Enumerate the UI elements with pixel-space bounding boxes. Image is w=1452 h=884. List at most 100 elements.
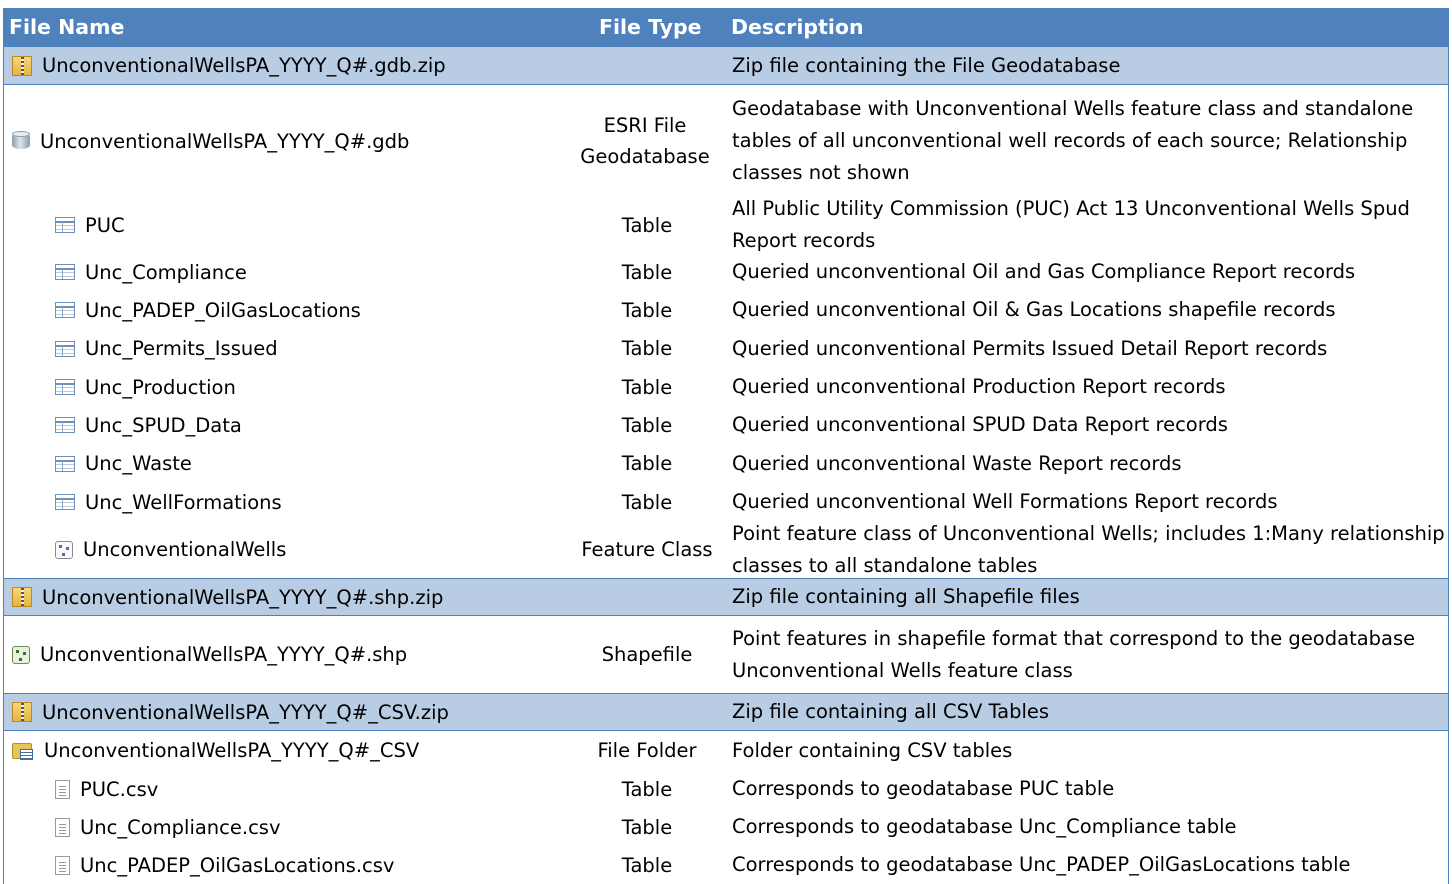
table-icon bbox=[55, 302, 75, 318]
file-name: Unc_Compliance.csv bbox=[80, 815, 281, 839]
file-type-cell bbox=[570, 579, 724, 615]
description-cell: Geodatabase with Unconventional Wells fe… bbox=[732, 97, 1414, 184]
table-row: Unc_Waste Table Queried unconventional Was… bbox=[3, 444, 1449, 483]
table-row: UnconventionalWellsPA_YYYY_Q#.gdb ESRI Fi… bbox=[3, 85, 1449, 197]
table-row: PUC Table All Public Utility Commission (P… bbox=[3, 197, 1449, 253]
header-description: Description bbox=[731, 15, 864, 39]
file-name: PUC.csv bbox=[80, 777, 159, 801]
file-name-cell: Unc_Permits_Issued bbox=[55, 329, 278, 368]
file-name-cell: UnconventionalWells bbox=[55, 521, 286, 578]
file-name: PUC bbox=[85, 213, 125, 237]
table-icon bbox=[55, 455, 75, 472]
file-name-cell: Unc_WellFormations bbox=[55, 483, 282, 521]
table-header: File Name File Type Description bbox=[3, 8, 1449, 46]
file-name: UnconventionalWellsPA_YYYY_Q#.gdb bbox=[40, 129, 410, 153]
file-type-cell: Table bbox=[621, 260, 673, 284]
table-row: UnconventionalWellsPA_YYYY_Q#_CSV File Fo… bbox=[3, 731, 1449, 770]
table-row: UnconventionalWellsPA_YYYY_Q#.shp.zip Zip… bbox=[3, 578, 1449, 616]
table-icon bbox=[55, 494, 75, 510]
description-cell: Point features in shapefile format that … bbox=[732, 626, 1416, 682]
description-cell: Corresponds to geodatabase Unc_Complianc… bbox=[732, 815, 1237, 838]
table-row: Unc_Production Table Queried unconventiona… bbox=[3, 368, 1449, 406]
zip-icon bbox=[12, 587, 32, 607]
description-cell: Zip file containing the File Geodatabase bbox=[732, 53, 1121, 77]
table-row: Unc_Compliance.csv Table Corresponds to ge… bbox=[3, 808, 1449, 846]
file-name: UnconventionalWells bbox=[83, 538, 287, 561]
table-icon bbox=[55, 340, 75, 357]
file-name-cell: UnconventionalWellsPA_YYYY_Q#_CSV.zip bbox=[12, 694, 449, 730]
file-name: Unc_PADEP_OilGasLocations.csv bbox=[80, 853, 395, 877]
file-type-cell: ESRI File Geodatabase bbox=[580, 114, 710, 168]
table-row: Unc_Permits_Issued Table Queried unconvent… bbox=[3, 329, 1449, 368]
file-type-cell bbox=[570, 694, 724, 730]
description-cell: Corresponds to geodatabase Unc_PADEP_Oil… bbox=[732, 853, 1351, 876]
description-cell: Queried unconventional Waste Report reco… bbox=[732, 451, 1182, 475]
table-row: UnconventionalWellsPA_YYYY_Q#.gdb.zip Zip… bbox=[3, 46, 1449, 85]
description-cell: Queried unconventional SPUD Data Report … bbox=[732, 413, 1228, 436]
file-name: Unc_Waste bbox=[85, 452, 192, 475]
description-cell: Queried unconventional Production Report… bbox=[732, 375, 1226, 398]
description-cell: Queried unconventional Well Formations R… bbox=[732, 490, 1278, 513]
file-type-cell: Table bbox=[621, 777, 673, 801]
table-row: Unc_PADEP_OilGasLocations Table Queried un… bbox=[3, 291, 1449, 329]
file-name-cell: Unc_Compliance bbox=[55, 253, 247, 291]
description-cell: All Public Utility Commission (PUC) Act … bbox=[732, 197, 1410, 252]
file-type-cell: Table bbox=[621, 298, 673, 322]
file-name-cell: PUC.csv bbox=[55, 770, 158, 808]
file-type-cell: Table bbox=[621, 337, 673, 360]
table-row: PUC.csv Table Corresponds to geodatabase P… bbox=[3, 770, 1449, 808]
file-type-cell: Table bbox=[621, 490, 673, 514]
file-name: Unc_Permits_Issued bbox=[85, 337, 278, 360]
folder-table-icon bbox=[12, 741, 34, 761]
file-name: UnconventionalWellsPA_YYYY_Q#_CSV bbox=[44, 739, 420, 762]
table-row: UnconventionalWellsPA_YYYY_Q#_CSV.zip Zip… bbox=[3, 693, 1449, 731]
point-feature-class-icon bbox=[55, 540, 73, 559]
file-name-cell: UnconventionalWellsPA_YYYY_Q#.shp bbox=[12, 616, 407, 693]
table-row: Unc_Compliance Table Queried unconventiona… bbox=[3, 253, 1449, 291]
file-type-cell: Table bbox=[621, 853, 673, 877]
header-file-type: File Type bbox=[599, 15, 702, 39]
file-name-cell: Unc_PADEP_OilGasLocations bbox=[55, 291, 361, 329]
file-type-cell: Shapefile bbox=[601, 643, 693, 666]
file-name: Unc_PADEP_OilGasLocations bbox=[85, 298, 361, 322]
file-name: Unc_Compliance bbox=[85, 260, 247, 284]
file-name-cell: Unc_Waste bbox=[55, 444, 192, 483]
table-icon bbox=[55, 264, 75, 280]
file-type-cell: Table bbox=[621, 413, 673, 437]
file-name-cell: UnconventionalWellsPA_YYYY_Q#_CSV bbox=[12, 731, 419, 770]
file-name: UnconventionalWellsPA_YYYY_Q#.gdb.zip bbox=[42, 54, 446, 77]
description-cell: Queried unconventional Permits Issued De… bbox=[732, 336, 1328, 360]
file-type-cell: Table bbox=[621, 213, 673, 237]
table-icon bbox=[55, 417, 75, 433]
table-row: Unc_SPUD_Data Table Queried unconventional… bbox=[3, 406, 1449, 444]
file-name-cell: Unc_SPUD_Data bbox=[55, 406, 242, 444]
file-name: Unc_Production bbox=[85, 375, 236, 399]
table-row: Unc_PADEP_OilGasLocations.csv Table Corres… bbox=[3, 846, 1449, 884]
file-name: UnconventionalWellsPA_YYYY_Q#.shp bbox=[40, 643, 408, 666]
file-name-cell: UnconventionalWellsPA_YYYY_Q#.gdb bbox=[12, 85, 409, 197]
file-name-cell: UnconventionalWellsPA_YYYY_Q#.gdb.zip bbox=[12, 47, 446, 84]
description-cell: Zip file containing all Shapefile files bbox=[732, 585, 1080, 608]
file-name-cell: UnconventionalWellsPA_YYYY_Q#.shp.zip bbox=[12, 579, 443, 615]
description-cell: Folder containing CSV tables bbox=[732, 738, 1013, 762]
file-type-cell: Table bbox=[621, 452, 673, 475]
table-row: UnconventionalWellsPA_YYYY_Q#.shp Shapefi… bbox=[3, 616, 1449, 693]
file-type-cell: Table bbox=[621, 815, 673, 839]
file-name-cell: Unc_PADEP_OilGasLocations.csv bbox=[55, 846, 394, 884]
description-cell: Queried unconventional Oil and Gas Compl… bbox=[732, 260, 1356, 283]
file-name: UnconventionalWellsPA_YYYY_Q#.shp.zip bbox=[42, 585, 444, 609]
file-type-cell: Table bbox=[621, 375, 673, 399]
file-name: Unc_SPUD_Data bbox=[85, 413, 242, 437]
zip-icon bbox=[12, 55, 32, 76]
csv-file-icon bbox=[55, 779, 70, 799]
zip-icon bbox=[12, 702, 32, 722]
table-row: UnconventionalWells Feature Class Point fe… bbox=[3, 521, 1449, 578]
description-cell: Queried unconventional Oil & Gas Locatio… bbox=[732, 298, 1336, 321]
description-cell: Point feature class of Unconventional We… bbox=[732, 521, 1445, 577]
description-cell: Zip file containing all CSV Tables bbox=[732, 700, 1050, 723]
geodatabase-icon bbox=[12, 131, 30, 151]
file-name-cell: Unc_Compliance.csv bbox=[55, 808, 281, 846]
description-cell: Corresponds to geodatabase PUC table bbox=[732, 777, 1115, 800]
table-row: Unc_WellFormations Table Queried unconvent… bbox=[3, 483, 1449, 521]
shapefile-icon bbox=[12, 645, 30, 664]
